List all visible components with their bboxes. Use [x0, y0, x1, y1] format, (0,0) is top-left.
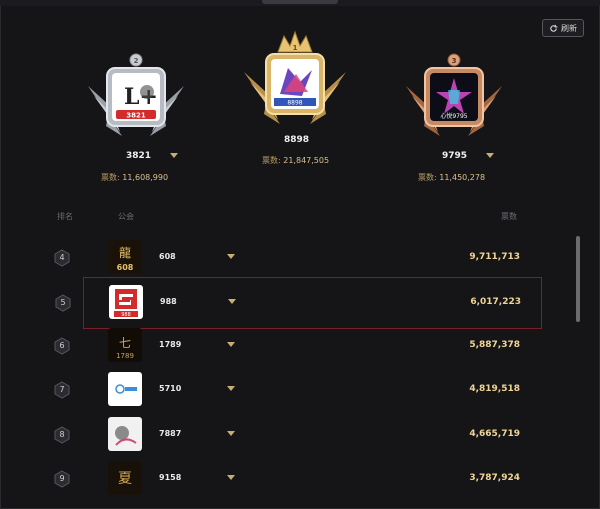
top-notch [262, 0, 338, 4]
chevron-down-icon[interactable] [227, 475, 235, 480]
svg-text:608: 608 [117, 263, 134, 272]
gold-crown-badge: 8898 1 [244, 30, 346, 124]
svg-text:1: 1 [293, 44, 298, 52]
table-row[interactable]: 6 七 1789 1789 5,887,378 [45, 326, 540, 366]
silver-laurel-badge: L+ 3821 2 [88, 53, 184, 136]
podium-3-name: 9795 [442, 151, 468, 161]
podium-3-score-label: 票数: [418, 173, 437, 182]
table-row[interactable]: 9 夏 9158 3,787,924 [45, 459, 540, 499]
podium-3-expand-icon[interactable] [486, 153, 494, 158]
rank-badge: 4 [53, 249, 71, 267]
table-row[interactable]: 8 7887 4,665,719 [45, 415, 540, 455]
scrollbar[interactable] [576, 236, 580, 322]
guild-name: 7887 [159, 429, 182, 438]
svg-text:2: 2 [134, 57, 139, 65]
rank-badge: 5 [54, 294, 72, 312]
chevron-down-icon[interactable] [227, 386, 235, 391]
guild-name: 988 [160, 297, 177, 306]
column-votes: 票数 [501, 212, 517, 221]
svg-text:七: 七 [119, 336, 131, 350]
svg-text:3: 3 [452, 57, 457, 65]
table-row[interactable]: 7 5710 4,819,518 [45, 370, 540, 410]
guild-avatar: 988 [109, 285, 143, 319]
svg-text:988: 988 [121, 312, 131, 318]
svg-text:1789: 1789 [116, 352, 134, 360]
chevron-down-icon[interactable] [227, 431, 235, 436]
rank-badge: 8 [53, 426, 71, 444]
podium-2-score-label: 票数: [101, 173, 120, 182]
bronze-laurel-badge: 心悦9795 3 [406, 53, 502, 136]
chevron-down-icon[interactable] [228, 299, 236, 304]
vote-count: 6,017,223 [470, 297, 521, 307]
vote-count: 3,787,924 [469, 473, 520, 483]
vote-count: 5,887,378 [469, 340, 520, 350]
guild-avatar: 夏 [108, 461, 142, 495]
svg-text:龍: 龍 [119, 245, 131, 260]
rank-badge: 9 [53, 470, 71, 488]
guild-avatar [108, 417, 142, 451]
podium-2-score-value: 11,608,990 [122, 173, 169, 182]
svg-text:L+: L+ [124, 84, 158, 110]
podium-rank-2[interactable]: L+ 3821 2 [80, 46, 192, 146]
guild-name: 1789 [159, 340, 182, 349]
podium-2-name: 3821 [126, 151, 152, 161]
table-row-selected[interactable]: 5 988 988 6,017,223 [55, 277, 542, 329]
rank-badge: 7 [53, 381, 71, 399]
column-guild: 公会 [118, 212, 134, 221]
podium-1-name: 8898 [284, 135, 310, 145]
vote-count: 4,819,518 [469, 384, 520, 394]
refresh-button[interactable]: 刷新 [542, 19, 584, 37]
guild-avatar [108, 372, 142, 406]
column-rank: 排名 [57, 212, 73, 221]
svg-text:8898: 8898 [287, 100, 302, 107]
guild-avatar: 龍 608 [108, 240, 142, 274]
rank-badge: 6 [53, 337, 71, 355]
svg-text:夏: 夏 [118, 471, 132, 487]
podium-2-expand-icon[interactable] [170, 153, 178, 158]
guild-avatar: 七 1789 [108, 328, 142, 362]
refresh-icon [550, 24, 558, 32]
refresh-label: 刷新 [561, 23, 577, 33]
podium-1-score-label: 票数: [262, 156, 281, 165]
podium-2-score: 票数: 11,608,990 [101, 172, 168, 183]
podium-rank-1[interactable]: 8898 1 [238, 30, 352, 134]
vote-count: 4,665,719 [469, 429, 520, 439]
svg-text:心悦9795: 心悦9795 [440, 112, 467, 120]
vote-count: 9,711,713 [469, 252, 520, 262]
chevron-down-icon[interactable] [227, 342, 235, 347]
podium-1-score: 票数: 21,847,505 [262, 155, 329, 166]
table-row[interactable]: 4 龍 608 608 9,711,713 [45, 238, 540, 278]
podium-1-score-value: 21,847,505 [283, 156, 330, 165]
podium-rank-3[interactable]: 心悦9795 3 [398, 46, 510, 146]
podium-3-score-value: 11,450,278 [439, 173, 486, 182]
guild-name: 608 [159, 252, 176, 261]
guild-name: 5710 [159, 384, 182, 393]
podium-3-score: 票数: 11,450,278 [418, 172, 485, 183]
svg-text:3821: 3821 [126, 112, 146, 120]
guild-name: 9158 [159, 473, 182, 482]
chevron-down-icon[interactable] [227, 254, 235, 259]
